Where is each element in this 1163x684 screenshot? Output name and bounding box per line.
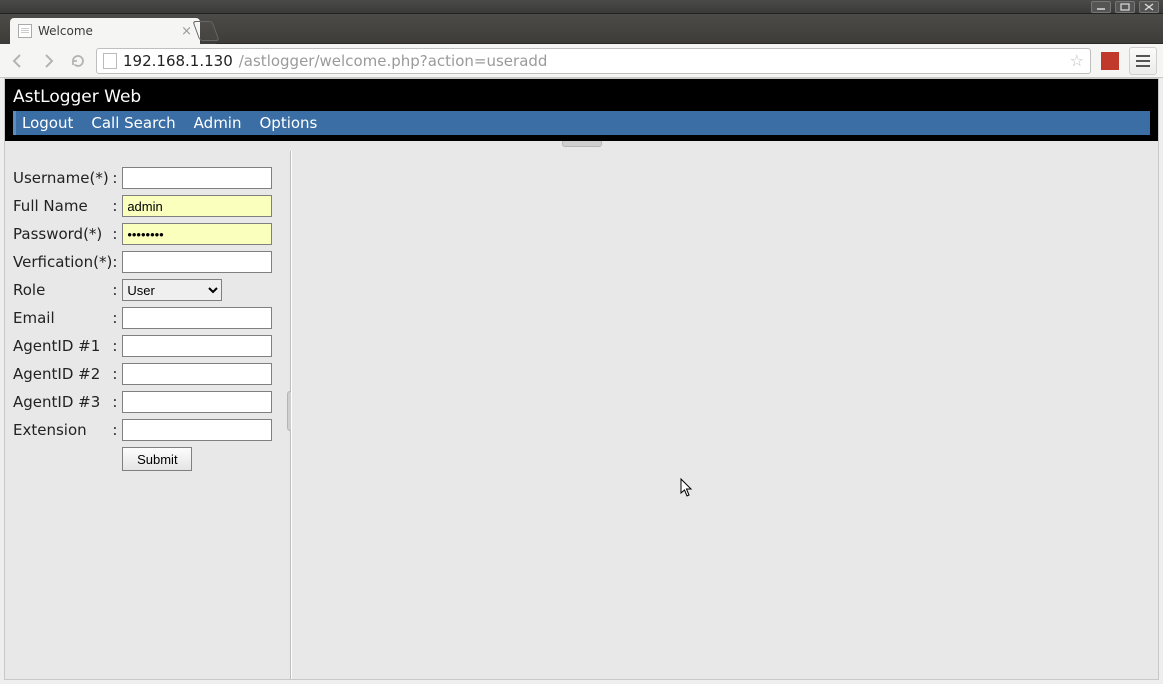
- field-agentid2: AgentID #2 :: [13, 363, 272, 385]
- tab-title: Welcome: [38, 24, 93, 38]
- field-submit: Submit: [13, 447, 272, 471]
- menu-admin[interactable]: Admin: [194, 114, 242, 132]
- browser-menu-button[interactable]: [1129, 47, 1157, 75]
- input-email[interactable]: [122, 307, 272, 329]
- bookmark-star-icon[interactable]: ☆: [1070, 51, 1084, 70]
- label-agentid2: AgentID #2: [13, 363, 112, 385]
- label-email: Email: [13, 307, 112, 329]
- field-fullname: Full Name :: [13, 195, 272, 217]
- field-password: Password(*) :: [13, 223, 272, 245]
- site-icon: [103, 53, 117, 69]
- submit-button[interactable]: Submit: [122, 447, 192, 471]
- right-panel: [291, 151, 1158, 679]
- input-username[interactable]: [122, 167, 272, 189]
- field-agentid1: AgentID #1 :: [13, 335, 272, 357]
- browser-tabstrip: Welcome ×: [0, 14, 1163, 44]
- select-role[interactable]: User: [122, 279, 222, 301]
- label-agentid3: AgentID #3: [13, 391, 112, 413]
- menu-logout[interactable]: Logout: [22, 114, 73, 132]
- tab-close-icon[interactable]: ×: [181, 24, 192, 39]
- address-bar[interactable]: 192.168.1.130/astlogger/welcome.php?acti…: [96, 48, 1091, 74]
- app-title: AstLogger Web: [13, 87, 1150, 107]
- app-menu: Logout Call Search Admin Options: [13, 111, 1150, 135]
- field-username: Username(*) :: [13, 167, 272, 189]
- extension-icon[interactable]: [1101, 52, 1119, 70]
- menu-options[interactable]: Options: [259, 114, 317, 132]
- label-fullname: Full Name: [13, 195, 112, 217]
- forward-button[interactable]: [36, 49, 60, 73]
- field-agentid3: AgentID #3 :: [13, 391, 272, 413]
- field-email: Email :: [13, 307, 272, 329]
- window-minimize-button[interactable]: [1091, 1, 1111, 13]
- reload-button[interactable]: [66, 49, 90, 73]
- window-close-button[interactable]: [1139, 1, 1159, 13]
- url-host: 192.168.1.130: [123, 52, 233, 70]
- label-extension: Extension: [13, 419, 112, 441]
- app-header: AstLogger Web Logout Call Search Admin O…: [5, 79, 1158, 141]
- os-titlebar: [0, 0, 1163, 14]
- label-verification: Verfication(*): [13, 251, 112, 273]
- input-verification[interactable]: [122, 251, 272, 273]
- input-agentid3[interactable]: [122, 391, 272, 413]
- user-form: Username(*) : Full Name : Password(*) : …: [13, 161, 272, 477]
- input-agentid1[interactable]: [122, 335, 272, 357]
- browser-tab[interactable]: Welcome ×: [10, 18, 200, 44]
- input-password[interactable]: [122, 223, 272, 245]
- back-button[interactable]: [6, 49, 30, 73]
- window-maximize-button[interactable]: [1115, 1, 1135, 13]
- label-username: Username(*): [13, 167, 112, 189]
- input-extension[interactable]: [122, 419, 272, 441]
- url-path: /astlogger/welcome.php?action=useradd: [239, 52, 548, 70]
- label-password: Password(*): [13, 223, 112, 245]
- page-body: AstLogger Web Logout Call Search Admin O…: [4, 78, 1159, 680]
- label-agentid1: AgentID #1: [13, 335, 112, 357]
- input-fullname[interactable]: [122, 195, 272, 217]
- content-row: Username(*) : Full Name : Password(*) : …: [5, 141, 1158, 679]
- form-panel: Username(*) : Full Name : Password(*) : …: [5, 151, 291, 679]
- page-icon: [18, 24, 32, 38]
- field-role: Role : User: [13, 279, 272, 301]
- field-verification: Verfication(*) :: [13, 251, 272, 273]
- menu-call-search[interactable]: Call Search: [91, 114, 175, 132]
- browser-toolbar: 192.168.1.130/astlogger/welcome.php?acti…: [0, 44, 1163, 78]
- split-handle[interactable]: [562, 141, 602, 147]
- field-extension: Extension :: [13, 419, 272, 441]
- label-role: Role: [13, 279, 112, 301]
- input-agentid2[interactable]: [122, 363, 272, 385]
